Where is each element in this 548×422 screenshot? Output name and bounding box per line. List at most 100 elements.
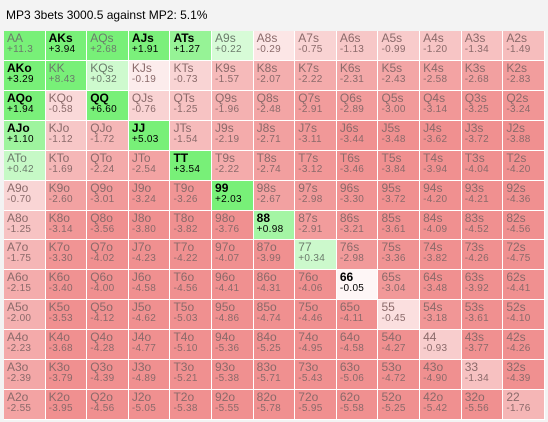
hand-cell[interactable]: 52o -5.25 [378,390,421,420]
hand-cell[interactable]: 94s -4.20 [420,180,462,211]
hand-cell[interactable]: A5s -0.99 [378,31,421,61]
hand-cell[interactable]: 92s -4.36 [503,180,545,211]
hand-cell[interactable]: 82o -5.78 [253,390,296,420]
hand-cell[interactable]: Q5s -3.00 [378,90,421,121]
hand-cell[interactable]: J3s -3.72 [461,120,504,151]
hand-cell[interactable]: 53o -4.72 [378,360,421,391]
hand-cell[interactable]: 62o -5.58 [336,390,379,420]
hand-cell[interactable]: QTs -1.25 [170,90,213,121]
hand-cell[interactable]: 97s -2.98 [295,180,337,211]
hand-cell[interactable]: J3o -4.89 [128,360,171,391]
hand-cell[interactable]: 65o -4.11 [336,300,379,331]
hand-cell[interactable]: J8s -2.71 [253,120,296,151]
hand-cell[interactable]: QJo -1.72 [87,120,129,151]
hand-cell[interactable]: 86s -3.21 [336,210,379,241]
hand-cell[interactable]: KTo -1.69 [45,150,88,181]
hand-cell[interactable]: Q2s -3.24 [503,90,545,121]
hand-cell[interactable]: AJs +1.91 [128,31,171,61]
hand-cell[interactable]: AA +11.3 [4,31,46,61]
hand-cell[interactable]: TT +3.54 [170,150,213,181]
hand-cell[interactable]: 64o -4.58 [336,330,379,361]
hand-cell[interactable]: J2s -3.88 [503,120,545,151]
hand-cell[interactable]: Q4o -4.28 [87,330,129,361]
hand-cell[interactable]: 93s -4.21 [461,180,504,211]
hand-cell[interactable]: J6s -3.44 [336,120,379,151]
hand-cell[interactable]: A4o -2.23 [4,330,46,361]
hand-cell[interactable]: Q7s -2.91 [295,90,337,121]
hand-cell[interactable]: 53s -3.61 [461,300,504,331]
hand-cell[interactable]: AKs +3.94 [45,31,88,61]
hand-cell[interactable]: T8s -2.74 [253,150,296,181]
hand-cell[interactable]: 65s -3.04 [378,270,421,301]
hand-cell[interactable]: J4o -4.77 [128,330,171,361]
hand-cell[interactable]: 73o -5.43 [295,360,337,391]
hand-cell[interactable]: 98o -3.76 [212,210,254,241]
hand-cell[interactable]: 72o -5.95 [295,390,337,420]
hand-cell[interactable]: 86o -4.31 [253,270,296,301]
hand-cell[interactable]: KTs -0.73 [170,60,213,91]
hand-cell[interactable]: 43o -4.90 [420,360,462,391]
hand-cell[interactable]: K7s -2.22 [295,60,337,91]
hand-cell[interactable]: Q6s -2.89 [336,90,379,121]
hand-cell[interactable]: K2s -2.83 [503,60,545,91]
hand-cell[interactable]: ATs +1.27 [170,31,213,61]
hand-cell[interactable]: A4s -1.20 [420,31,462,61]
hand-cell[interactable]: 85o -4.74 [253,300,296,331]
hand-cell[interactable]: Q7o -4.02 [87,240,129,271]
hand-cell[interactable]: Q9s -1.96 [212,90,254,121]
hand-cell[interactable]: 66 -0.05 [336,270,379,301]
hand-cell[interactable]: 94o -5.36 [212,330,254,361]
hand-cell[interactable]: 84s -4.09 [420,210,462,241]
hand-cell[interactable]: 83s -4.52 [461,210,504,241]
hand-cell[interactable]: T2s -4.20 [503,150,545,181]
hand-cell[interactable]: KQo -0.58 [45,90,88,121]
hand-cell[interactable]: T7o -4.22 [170,240,213,271]
hand-cell[interactable]: T7s -3.12 [295,150,337,181]
hand-cell[interactable]: A6s -1.13 [336,31,379,61]
hand-cell[interactable]: T5s -3.84 [378,150,421,181]
hand-cell[interactable]: K8o -3.14 [45,210,88,241]
hand-cell[interactable]: T6o -4.56 [170,270,213,301]
hand-cell[interactable]: KQs +0.32 [87,60,129,91]
hand-cell[interactable]: Q8o -3.56 [87,210,129,241]
hand-cell[interactable]: 95s -3.72 [378,180,421,211]
hand-cell[interactable]: A9s +0.22 [212,31,254,61]
hand-cell[interactable]: 97o -4.07 [212,240,254,271]
hand-cell[interactable]: K5o -3.53 [45,300,88,331]
hand-cell[interactable]: 64s -3.48 [420,270,462,301]
hand-cell[interactable]: T9s -2.22 [212,150,254,181]
hand-cell[interactable]: J2o -5.05 [128,390,171,420]
hand-cell[interactable]: 98s -2.67 [253,180,296,211]
hand-cell[interactable]: 32o -5.56 [461,390,504,420]
hand-cell[interactable]: 42s -4.26 [503,330,545,361]
hand-cell[interactable]: 54o -4.27 [378,330,421,361]
hand-cell[interactable]: 75s -3.36 [378,240,421,271]
hand-cell[interactable]: Q3s -3.25 [461,90,504,121]
hand-cell[interactable]: K3o -3.79 [45,360,88,391]
hand-cell[interactable]: JJ +5.03 [128,120,171,151]
hand-cell[interactable]: 52s -4.10 [503,300,545,331]
hand-cell[interactable]: J6o -4.58 [128,270,171,301]
hand-cell[interactable]: 82s -4.56 [503,210,545,241]
hand-cell[interactable]: 43s -3.77 [461,330,504,361]
hand-cell[interactable]: A5o -2.00 [4,300,46,331]
hand-cell[interactable]: A7s -0.75 [295,31,337,61]
hand-cell[interactable]: AJo +1.10 [4,120,46,151]
hand-cell[interactable]: 62s -4.41 [503,270,545,301]
hand-cell[interactable]: 87s -2.91 [295,210,337,241]
hand-cell[interactable]: AQs +2.68 [87,31,129,61]
hand-cell[interactable]: 92o -5.55 [212,390,254,420]
hand-cell[interactable]: Q2o -4.56 [87,390,129,420]
hand-cell[interactable]: A9o -0.70 [4,180,46,211]
hand-cell[interactable]: K6o -3.40 [45,270,88,301]
hand-cell[interactable]: K7o -3.30 [45,240,88,271]
hand-cell[interactable]: 76o -4.06 [295,270,337,301]
hand-cell[interactable]: Q3o -4.39 [87,360,129,391]
hand-cell[interactable]: J5o -4.62 [128,300,171,331]
hand-cell[interactable]: 83o -5.71 [253,360,296,391]
hand-cell[interactable]: T3o -5.21 [170,360,213,391]
hand-cell[interactable]: K2o -3.95 [45,390,88,420]
hand-cell[interactable]: 76s -2.98 [336,240,379,271]
hand-cell[interactable]: T4o -5.10 [170,330,213,361]
hand-cell[interactable]: 96s -3.30 [336,180,379,211]
